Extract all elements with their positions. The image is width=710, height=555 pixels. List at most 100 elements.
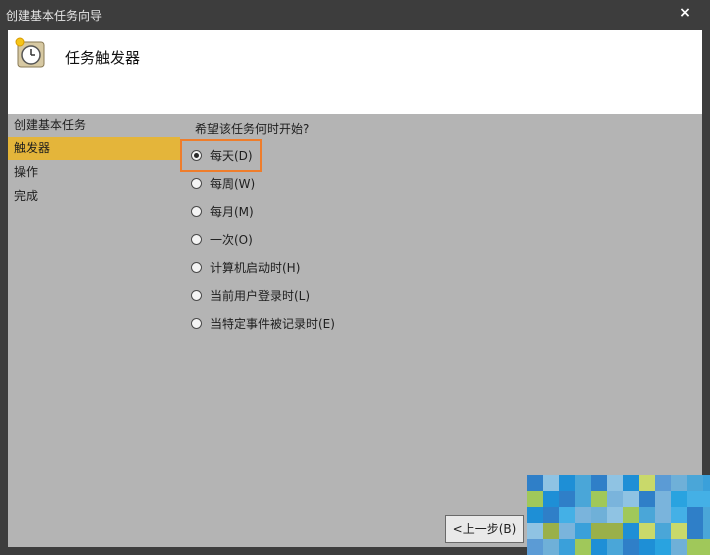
nav-step-create-basic-task[interactable]: 创建基本任务 (8, 114, 180, 137)
mosaic-tile (607, 475, 623, 491)
mosaic-tile (671, 507, 687, 523)
mosaic-tile (703, 507, 710, 523)
clock-icon (15, 37, 45, 68)
mosaic-tile (527, 475, 543, 491)
mosaic-tile (703, 539, 710, 555)
wizard-header: 任务触发器 (8, 30, 702, 114)
mosaic-tile (575, 507, 591, 523)
mosaic-tile (527, 539, 543, 555)
mosaic-tile (559, 507, 575, 523)
mosaic-tile (639, 507, 655, 523)
radio-daily[interactable]: 每天(D) (191, 145, 253, 167)
nav-step-label: 触发器 (14, 141, 51, 155)
mosaic-tile (543, 539, 559, 555)
mosaic-tile (639, 475, 655, 491)
radio-weekly[interactable]: 每周(W) (191, 173, 255, 195)
mosaic-tile (607, 523, 623, 539)
radio-button[interactable] (191, 178, 202, 189)
radio-label-weekly: 每周(W) (210, 177, 256, 191)
mosaic-tile (575, 523, 591, 539)
pixelated-overlay (527, 475, 710, 555)
mosaic-tile (623, 507, 639, 523)
mosaic-tile (623, 539, 639, 555)
radio-label-monthly: 每月(M) (210, 205, 254, 219)
radio-button[interactable] (191, 262, 202, 273)
mosaic-tile (591, 539, 607, 555)
mosaic-tile (591, 523, 607, 539)
radio-label-at-logon: 当前用户登录时(L) (210, 289, 311, 303)
nav-step-label: 完成 (14, 189, 39, 203)
mosaic-tile (655, 475, 671, 491)
nav-step-label: 操作 (14, 165, 39, 179)
mosaic-tile (575, 491, 591, 507)
mosaic-tile (543, 491, 559, 507)
radio-monthly[interactable]: 每月(M) (191, 201, 254, 223)
radio-at-startup[interactable]: 计算机启动时(H) (191, 257, 300, 279)
mosaic-tile (575, 475, 591, 491)
radio-button[interactable] (191, 206, 202, 217)
mosaic-tile (687, 507, 703, 523)
trigger-question: 希望该任务何时开始? (195, 122, 310, 136)
mosaic-tile (687, 539, 703, 555)
mosaic-tile (671, 491, 687, 507)
window-title: 创建基本任务向导 (6, 9, 103, 23)
mosaic-tile (703, 523, 710, 539)
radio-button[interactable] (191, 290, 202, 301)
mosaic-tile (639, 539, 655, 555)
mosaic-tile (527, 507, 543, 523)
wizard-window: 创建基本任务向导 × 任务触发器 创建基本任务 触发器 操作 完成 希望该任务何… (0, 0, 710, 555)
mosaic-tile (607, 507, 623, 523)
mosaic-tile (639, 491, 655, 507)
mosaic-tile (591, 475, 607, 491)
radio-label-on-event: 当特定事件被记录时(E) (210, 317, 335, 331)
mosaic-tile (607, 491, 623, 507)
mosaic-tile (655, 491, 671, 507)
mosaic-tile (655, 523, 671, 539)
radio-label-at-startup: 计算机启动时(H) (210, 261, 301, 275)
mosaic-tile (559, 539, 575, 555)
page-title: 任务触发器 (65, 49, 141, 67)
mosaic-tile (559, 475, 575, 491)
mosaic-tile (591, 491, 607, 507)
radio-at-logon[interactable]: 当前用户登录时(L) (191, 285, 310, 307)
nav-step-finish[interactable]: 完成 (8, 185, 180, 208)
title-bar: 创建基本任务向导 × (0, 0, 710, 30)
mosaic-tile (623, 475, 639, 491)
radio-once[interactable]: 一次(O) (191, 229, 253, 251)
wizard-steps-nav: 创建基本任务 触发器 操作 完成 (8, 114, 180, 547)
nav-step-trigger[interactable]: 触发器 (8, 137, 180, 160)
mosaic-tile (655, 507, 671, 523)
back-button[interactable]: <上一步(B) (445, 515, 524, 543)
mosaic-tile (527, 491, 543, 507)
mosaic-tile (543, 507, 559, 523)
mosaic-tile (671, 475, 687, 491)
radio-button-checked[interactable] (191, 150, 202, 161)
mosaic-tile (623, 491, 639, 507)
nav-step-label: 创建基本任务 (14, 118, 87, 132)
mosaic-tile (703, 475, 710, 491)
mosaic-tile (527, 523, 543, 539)
mosaic-tile (607, 539, 623, 555)
mosaic-tile (623, 523, 639, 539)
mosaic-tile (687, 475, 703, 491)
radio-label-once: 一次(O) (210, 233, 253, 247)
nav-step-action[interactable]: 操作 (8, 161, 180, 184)
radio-button[interactable] (191, 318, 202, 329)
mosaic-tile (575, 539, 591, 555)
mosaic-tile (655, 539, 671, 555)
mosaic-tile (671, 523, 687, 539)
mosaic-tile (703, 491, 710, 507)
mosaic-tile (543, 523, 559, 539)
mosaic-tile (543, 475, 559, 491)
mosaic-tile (687, 491, 703, 507)
mosaic-tile (559, 523, 575, 539)
mosaic-tile (591, 507, 607, 523)
close-icon[interactable]: × (676, 4, 694, 22)
mosaic-tile (671, 539, 687, 555)
mosaic-tile (687, 523, 703, 539)
radio-label-daily: 每天(D) (210, 149, 253, 163)
mosaic-tile (639, 523, 655, 539)
mosaic-tile (559, 491, 575, 507)
radio-button[interactable] (191, 234, 202, 245)
radio-on-event[interactable]: 当特定事件被记录时(E) (191, 313, 335, 335)
